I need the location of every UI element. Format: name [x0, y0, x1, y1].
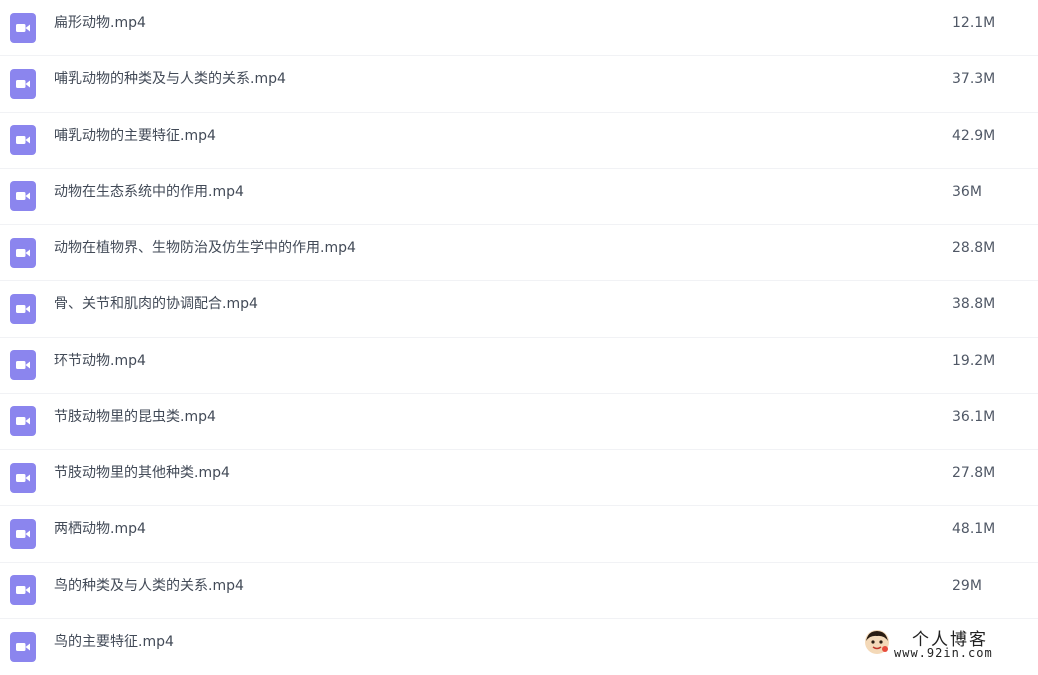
video-file-icon	[10, 125, 36, 156]
video-file-icon	[10, 462, 36, 493]
file-size: 42.9M	[952, 127, 996, 144]
file-row-7[interactable]: 环节动物.mp4 19.2M	[0, 338, 1038, 394]
video-file-icon	[10, 293, 36, 324]
blog-avatar-icon	[865, 630, 889, 654]
file-name[interactable]: 节肢动物里的昆虫类.mp4	[54, 394, 216, 441]
file-name[interactable]: 扁形动物.mp4	[54, 0, 146, 47]
watermark: 个人博客 www.92in.com	[864, 627, 1024, 661]
file-row-11[interactable]: 鸟的种类及与人类的关系.mp4 29M	[0, 563, 1038, 619]
file-name[interactable]: 骨、关节和肌肉的协调配合.mp4	[54, 281, 258, 328]
file-row-3[interactable]: 哺乳动物的主要特征.mp4 42.9M	[0, 113, 1038, 169]
video-file-icon	[10, 350, 36, 381]
file-size: 19.2M	[952, 352, 996, 369]
file-size: 36.1M	[952, 408, 996, 425]
file-name[interactable]: 哺乳动物的种类及与人类的关系.mp4	[54, 56, 286, 103]
file-size: 12.1M	[952, 15, 996, 31]
file-name[interactable]: 节肢动物里的其他种类.mp4	[54, 450, 230, 497]
file-row-5[interactable]: 动物在植物界、生物防治及仿生学中的作用.mp4 28.8M	[0, 225, 1038, 282]
video-file-icon	[10, 237, 36, 268]
file-size: 29M	[952, 577, 982, 594]
file-size: 28.8M	[952, 240, 996, 256]
file-row-6[interactable]: 骨、关节和肌肉的协调配合.mp4 38.8M	[0, 281, 1038, 338]
file-row-2[interactable]: 哺乳动物的种类及与人类的关系.mp4 37.3M	[0, 56, 1038, 113]
file-row-9[interactable]: 节肢动物里的其他种类.mp4 27.8M	[0, 450, 1038, 507]
file-size: 36M	[952, 183, 982, 200]
file-name[interactable]: 两栖动物.mp4	[54, 506, 146, 553]
file-list: 扁形动物.mp4 12.1M 哺乳动物的种类及与人类的关系.mp4 37.3M …	[0, 0, 1038, 675]
video-file-icon	[10, 406, 36, 437]
watermark-url: www.92in.com	[894, 646, 993, 660]
video-file-icon	[10, 631, 36, 662]
file-name[interactable]: 动物在生态系统中的作用.mp4	[54, 169, 244, 216]
video-file-icon	[10, 68, 36, 99]
file-size: 27.8M	[952, 465, 996, 481]
file-row-4[interactable]: 动物在生态系统中的作用.mp4 36M	[0, 169, 1038, 225]
file-size: 38.8M	[952, 296, 996, 313]
file-name[interactable]: 哺乳动物的主要特征.mp4	[54, 113, 216, 160]
file-name[interactable]: 鸟的主要特征.mp4	[54, 619, 174, 666]
file-row-1[interactable]: 扁形动物.mp4 12.1M	[0, 0, 1038, 57]
file-name[interactable]: 鸟的种类及与人类的关系.mp4	[54, 563, 244, 610]
video-file-icon	[10, 575, 36, 606]
video-file-icon	[10, 181, 36, 212]
file-size: 48.1M	[952, 521, 996, 538]
video-file-icon	[10, 518, 36, 549]
file-name[interactable]: 环节动物.mp4	[54, 338, 146, 385]
video-file-icon	[10, 12, 36, 43]
file-row-8[interactable]: 节肢动物里的昆虫类.mp4 36.1M	[0, 394, 1038, 450]
file-row-10[interactable]: 两栖动物.mp4 48.1M	[0, 506, 1038, 563]
file-name[interactable]: 动物在植物界、生物防治及仿生学中的作用.mp4	[54, 225, 356, 272]
file-size: 37.3M	[952, 71, 996, 88]
